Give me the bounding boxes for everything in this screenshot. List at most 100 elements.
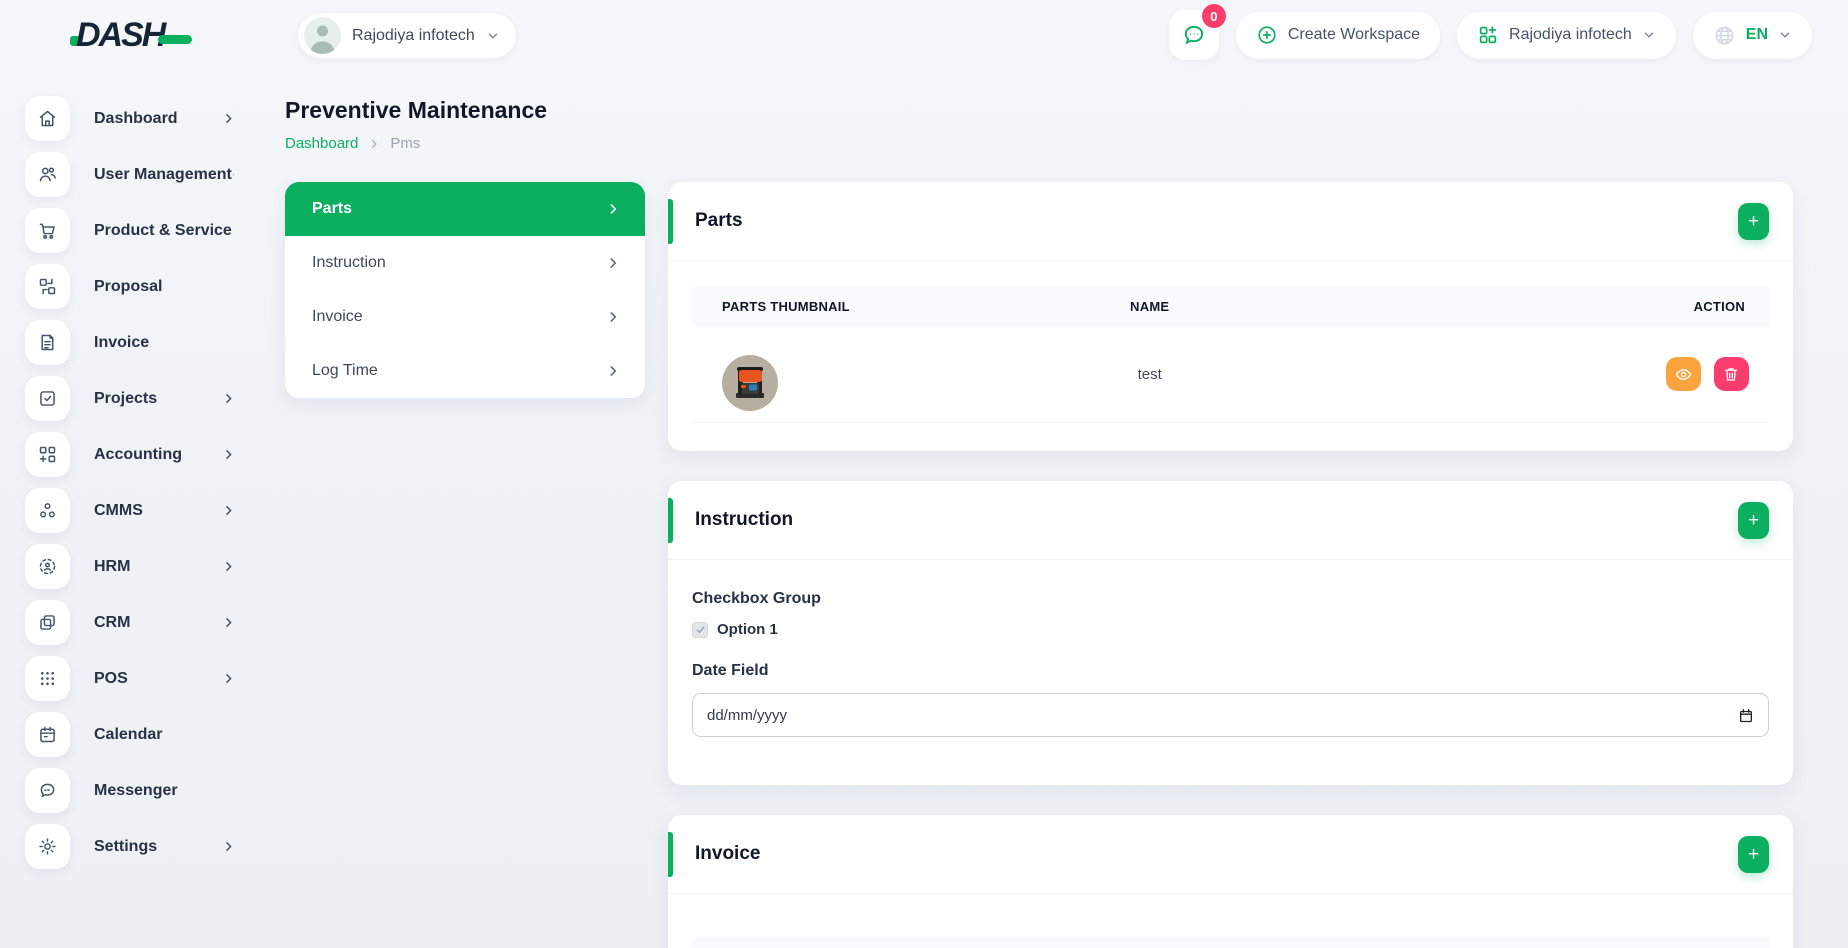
sidebar-item-cmms[interactable]: CMMS [25, 488, 235, 533]
logo[interactable]: DASH [70, 16, 192, 55]
topbar-actions: 0 Create Workspace Rajodiya infotech [1169, 10, 1812, 60]
sidebar-item-label: CMMS [94, 502, 143, 520]
cards-column: Parts + PARTS THUMBNAIL NAME ACTION [668, 182, 1793, 948]
subnav-item-label: Invoice [312, 308, 363, 326]
sidebar-item-settings[interactable]: Settings [25, 824, 235, 869]
chevron-right-icon [222, 448, 235, 461]
subnav-item-invoice[interactable]: Invoice [285, 290, 645, 344]
sidebar-item-user-management[interactable]: User Management [25, 152, 235, 197]
sidebar-item-calendar[interactable]: Calendar [25, 712, 235, 757]
sidebar-item-label: Messenger [94, 782, 178, 800]
date-input[interactable]: dd/mm/yyyy [692, 693, 1769, 737]
user-avatar-icon [304, 17, 341, 54]
users-icon [25, 152, 70, 197]
main-content: Preventive Maintenance Dashboard Pms Par… [285, 71, 1805, 948]
workspace-grid-plus-icon [1477, 24, 1499, 46]
chevron-right-icon [222, 840, 235, 853]
subnav-item-instruction[interactable]: Instruction [285, 236, 645, 290]
invoice-table: INVOICE COST DESCRIPTION ACTION [692, 938, 1769, 948]
swap-boxes-icon [25, 264, 70, 309]
sidebar: Dashboard User Management Product & Serv… [25, 96, 235, 869]
card-accent-bar [668, 498, 673, 543]
sidebar-item-hrm[interactable]: HRM [25, 544, 235, 589]
sidebar-item-crm[interactable]: CRM [25, 600, 235, 645]
col-name: NAME [961, 299, 1338, 314]
parts-card: Parts + PARTS THUMBNAIL NAME ACTION [668, 182, 1793, 451]
user-menu-label: Rajodiya infotech [352, 27, 475, 45]
sidebar-item-product-service[interactable]: Product & Service [25, 208, 235, 253]
language-menu[interactable]: EN [1693, 12, 1812, 59]
sidebar-item-label: Accounting [94, 446, 182, 464]
card-accent-bar [668, 832, 673, 877]
person-scan-icon [25, 544, 70, 589]
view-part-button[interactable] [1666, 357, 1701, 391]
cart-icon [25, 208, 70, 253]
chevron-right-icon [222, 560, 235, 573]
chevron-right-icon [606, 364, 620, 378]
chat-bubble-icon [25, 768, 70, 813]
chevron-right-icon [222, 616, 235, 629]
create-workspace-button[interactable]: Create Workspace [1236, 12, 1440, 59]
dots-grid-icon [25, 656, 70, 701]
circle-plus-icon [1256, 24, 1278, 46]
sidebar-item-invoice[interactable]: Invoice [25, 320, 235, 365]
chevron-right-icon [222, 112, 235, 125]
parts-card-body: PARTS THUMBNAIL NAME ACTION [668, 261, 1793, 451]
globe-icon [1713, 24, 1736, 47]
sidebar-item-label: User Management [94, 166, 232, 184]
col-parts-thumbnail: PARTS THUMBNAIL [692, 299, 961, 314]
chevron-right-icon [606, 256, 620, 270]
subnav-item-label: Parts [312, 200, 352, 218]
sidebar-item-accounting[interactable]: Accounting [25, 432, 235, 477]
delete-part-button[interactable] [1714, 357, 1749, 391]
parts-card-header: Parts + [668, 182, 1793, 261]
parts-card-title: Parts [695, 210, 743, 232]
invoice-card-header: Invoice + [668, 815, 1793, 894]
subnav-item-log-time[interactable]: Log Time [285, 344, 645, 398]
add-instruction-button[interactable]: + [1738, 502, 1769, 539]
gear-icon [25, 824, 70, 869]
add-invoice-button[interactable]: + [1738, 836, 1769, 873]
page-title: Preventive Maintenance [285, 97, 1805, 124]
checkbox-option-row: Option 1 [692, 621, 1769, 638]
instruction-card-body: Checkbox Group Option 1 Date Field dd/mm… [668, 560, 1793, 785]
create-workspace-label: Create Workspace [1288, 26, 1420, 44]
subnav-item-parts[interactable]: Parts [285, 182, 645, 236]
user-menu[interactable]: Rajodiya infotech [297, 12, 517, 59]
trash-icon [1722, 365, 1740, 383]
breadcrumb: Dashboard Pms [285, 135, 1805, 152]
language-code: EN [1746, 26, 1768, 44]
option-1-checkbox[interactable] [692, 622, 708, 638]
sidebar-item-proposal[interactable]: Proposal [25, 264, 235, 309]
document-icon [25, 320, 70, 365]
instruction-card-header: Instruction + [668, 481, 1793, 560]
chevron-down-icon [1778, 28, 1792, 42]
sidebar-item-label: Projects [94, 390, 157, 408]
workspace-menu-label: Rajodiya infotech [1509, 26, 1632, 44]
chevron-right-icon [222, 672, 235, 685]
chevron-right-icon [232, 168, 235, 181]
check-icon [695, 624, 706, 635]
sidebar-item-dashboard[interactable]: Dashboard [25, 96, 235, 141]
sidebar-item-label: HRM [94, 558, 130, 576]
sidebar-item-label: Settings [94, 838, 157, 856]
chevron-down-icon [1642, 28, 1656, 42]
sidebar-item-projects[interactable]: Projects [25, 376, 235, 421]
messages-button[interactable]: 0 [1169, 10, 1219, 60]
home-icon [25, 96, 70, 141]
breadcrumb-dashboard-link[interactable]: Dashboard [285, 135, 358, 152]
pms-subnav-card: Parts Instruction Invoice Log Time [285, 182, 645, 398]
part-thumbnail-image [722, 355, 961, 411]
instruction-card-title: Instruction [695, 509, 793, 531]
date-field-label: Date Field [692, 662, 1769, 680]
content-row: Parts Instruction Invoice Log Time [285, 182, 1805, 948]
sidebar-item-pos[interactable]: POS [25, 656, 235, 701]
card-accent-bar [668, 199, 673, 244]
chevron-right-icon [222, 504, 235, 517]
sidebar-item-messenger[interactable]: Messenger [25, 768, 235, 813]
logo-text: DASH [76, 16, 164, 55]
add-part-button[interactable]: + [1738, 203, 1769, 240]
workspace-menu[interactable]: Rajodiya infotech [1457, 12, 1676, 59]
avatar [304, 17, 341, 54]
chevron-right-icon [368, 138, 380, 150]
